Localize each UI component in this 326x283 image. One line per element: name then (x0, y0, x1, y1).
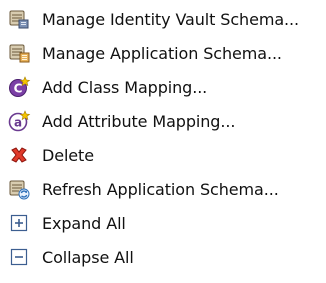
class-mapping-icon: C (6, 74, 32, 100)
menu-item-label: Manage Application Schema... (42, 43, 282, 63)
attribute-mapping-icon: a (6, 108, 32, 134)
refresh-schema-icon (6, 176, 32, 202)
schema-scroll-icon (6, 40, 32, 66)
menu-item-label: Refresh Application Schema... (42, 179, 279, 199)
menu-item-refresh-application-schema[interactable]: Refresh Application Schema... (6, 174, 324, 204)
menu-item-label: Expand All (42, 213, 126, 233)
menu-item-label: Add Class Mapping... (42, 77, 208, 97)
expand-all-icon (6, 210, 32, 236)
menu-item-label: Delete (42, 145, 94, 165)
svg-text:a: a (14, 116, 22, 130)
menu-item-add-attribute-mapping[interactable]: a Add Attribute Mapping... (6, 106, 324, 136)
menu-item-collapse-all[interactable]: Collapse All (6, 242, 324, 272)
delete-x-icon (6, 142, 32, 168)
schema-scroll-icon (6, 6, 32, 32)
menu-item-delete[interactable]: Delete (6, 140, 324, 170)
collapse-all-icon (6, 244, 32, 270)
menu-item-manage-application-schema[interactable]: Manage Application Schema... (6, 38, 324, 68)
menu-item-expand-all[interactable]: Expand All (6, 208, 324, 238)
menu-item-label: Add Attribute Mapping... (42, 111, 236, 131)
menu-item-add-class-mapping[interactable]: C Add Class Mapping... (6, 72, 324, 102)
menu-item-manage-identity-vault-schema[interactable]: Manage Identity Vault Schema... (6, 4, 324, 34)
context-menu: Manage Identity Vault Schema... Manage A… (0, 0, 326, 283)
menu-item-label: Manage Identity Vault Schema... (42, 9, 299, 29)
menu-item-label: Collapse All (42, 247, 134, 267)
svg-text:C: C (14, 82, 23, 96)
